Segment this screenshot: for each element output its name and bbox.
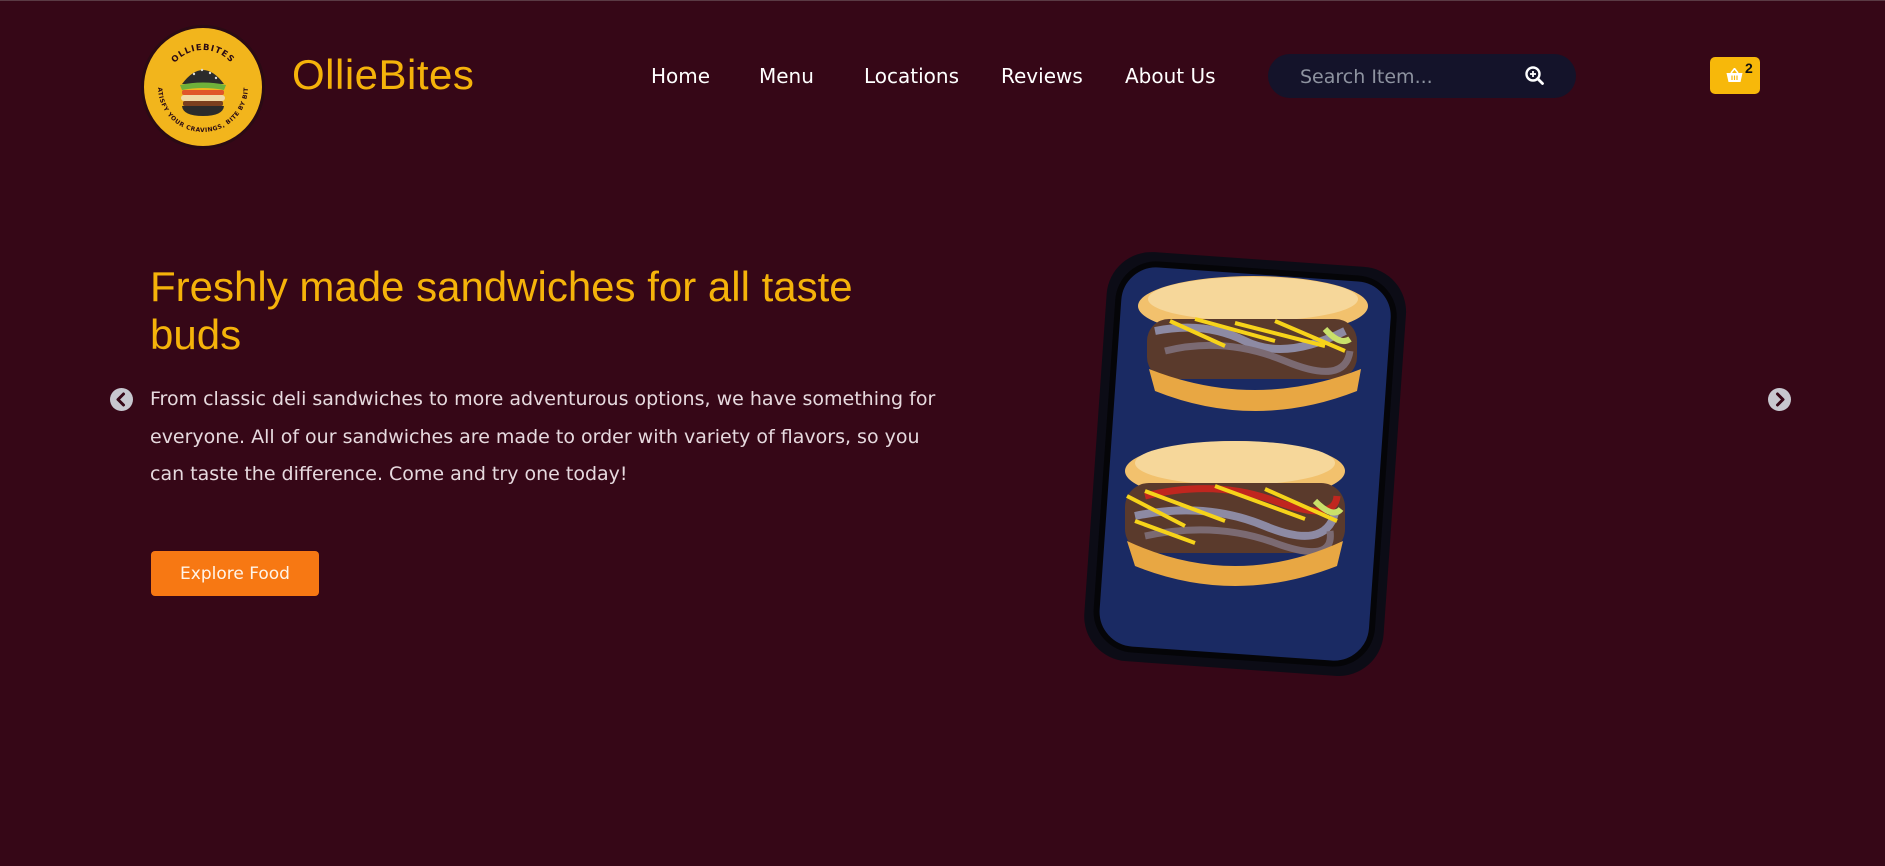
- brand-name[interactable]: OllieBites: [292, 51, 474, 99]
- nav-reviews[interactable]: Reviews: [1001, 64, 1083, 88]
- cart-button[interactable]: 2: [1710, 57, 1760, 94]
- brand-logo[interactable]: OLLIEBITES SATISFY YOUR CRAVINGS, BITE B…: [141, 25, 265, 149]
- nav-about-us[interactable]: About Us: [1125, 64, 1216, 88]
- logo-top-text: OLLIEBITES: [170, 43, 236, 65]
- nav-menu[interactable]: Menu: [759, 64, 814, 88]
- search-icon[interactable]: [1524, 65, 1546, 87]
- hero-description: From classic deli sandwiches to more adv…: [150, 388, 936, 485]
- carousel-prev-button[interactable]: [110, 388, 133, 411]
- search-bar: [1268, 54, 1576, 98]
- nav-locations[interactable]: Locations: [864, 64, 959, 88]
- logo-emblem: OLLIEBITES SATISFY YOUR CRAVINGS, BITE B…: [144, 28, 250, 134]
- chevron-right-icon: [1776, 392, 1785, 407]
- basket-icon: [1726, 68, 1743, 82]
- cart-count-badge: 2: [1745, 60, 1753, 76]
- explore-food-button[interactable]: Explore Food: [151, 551, 319, 596]
- carousel-next-button[interactable]: [1768, 388, 1791, 411]
- hero-title: Freshly made sandwiches for all taste bu…: [150, 263, 853, 358]
- chevron-left-icon: [116, 392, 125, 407]
- svg-text:OLLIEBITES: OLLIEBITES: [170, 43, 237, 65]
- search-input[interactable]: [1298, 62, 1522, 92]
- sandwich-tray-image: [1084, 252, 1407, 676]
- nav-home[interactable]: Home: [651, 64, 710, 88]
